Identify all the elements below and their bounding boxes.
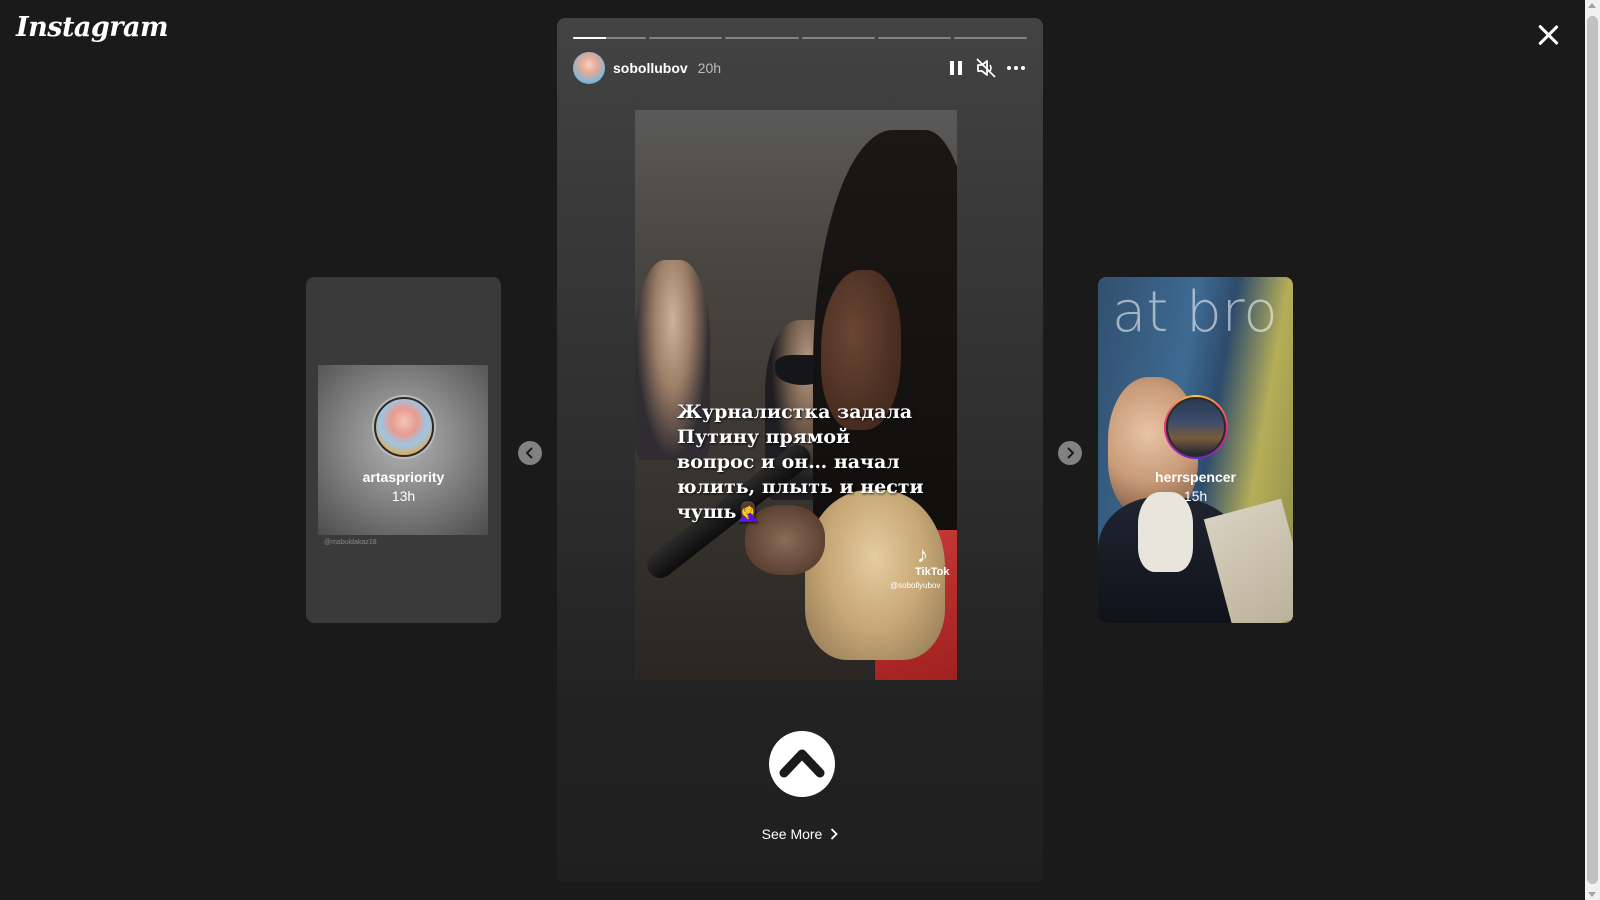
progress-segment: [573, 37, 647, 39]
preview-avatar: [1164, 395, 1228, 459]
story-header: sobollubov 20h: [573, 52, 1027, 84]
story-avatar[interactable]: [573, 52, 605, 84]
scroll-up-arrow-icon[interactable]: [1588, 3, 1596, 8]
progress-segment: [725, 37, 799, 39]
story-time: 20h: [697, 60, 722, 76]
tiktok-logo-icon: ♪: [917, 542, 928, 567]
progress-segment: [649, 37, 723, 39]
preview-avatar: [372, 395, 436, 459]
previous-story-preview[interactable]: @mabuldakaz18 artaspriority 13h: [306, 277, 501, 623]
see-more-label: See More: [761, 826, 823, 842]
instagram-logo[interactable]: Instagram: [16, 12, 169, 43]
preview-scribble: at bro: [1112, 280, 1278, 345]
preview-time: 15h: [1183, 488, 1208, 504]
scroll-thumb[interactable]: [1587, 16, 1598, 884]
preview-username: artaspriority: [362, 469, 445, 485]
previous-arrow-icon[interactable]: [518, 441, 542, 465]
close-icon[interactable]: [1535, 22, 1561, 48]
muted-speaker-icon[interactable]: [975, 57, 997, 79]
story-caption: Журналистка задала Путину прямой вопрос …: [677, 401, 924, 523]
story-progress-bar: [573, 37, 1028, 39]
progress-segment: [953, 37, 1028, 39]
progress-fill: [573, 37, 606, 39]
next-arrow-icon[interactable]: [1058, 441, 1082, 465]
preview-credit: @mabuldakaz18: [324, 539, 377, 546]
see-more-link[interactable]: See More: [557, 826, 1043, 843]
swipe-up-icon[interactable]: [769, 731, 835, 797]
story-controls: [945, 57, 1027, 79]
story-media[interactable]: Журналистка задала Путину прямой вопрос …: [635, 110, 957, 680]
tiktok-handle: @sobollyubov: [890, 581, 941, 590]
scroll-down-arrow-icon[interactable]: [1588, 892, 1596, 897]
tiktok-watermark: TikTok: [915, 566, 950, 578]
next-story-preview[interactable]: at bro herrspencer 15h: [1098, 277, 1293, 623]
page-scrollbar[interactable]: [1585, 0, 1600, 900]
pause-icon[interactable]: [945, 57, 967, 79]
preview-username: herrspencer: [1155, 469, 1236, 485]
story-username[interactable]: sobollubov: [613, 60, 688, 76]
more-options-icon[interactable]: [1005, 57, 1027, 79]
chevron-right-icon: [830, 827, 839, 843]
preview-time: 13h: [391, 488, 416, 504]
story-viewer: Instagram @mabuldakaz18 artaspriority 13…: [0, 0, 1600, 900]
progress-segment: [801, 37, 875, 39]
active-story[interactable]: sobollubov 20h Журналистка задала Путину…: [557, 18, 1043, 882]
progress-segment: [877, 37, 951, 39]
